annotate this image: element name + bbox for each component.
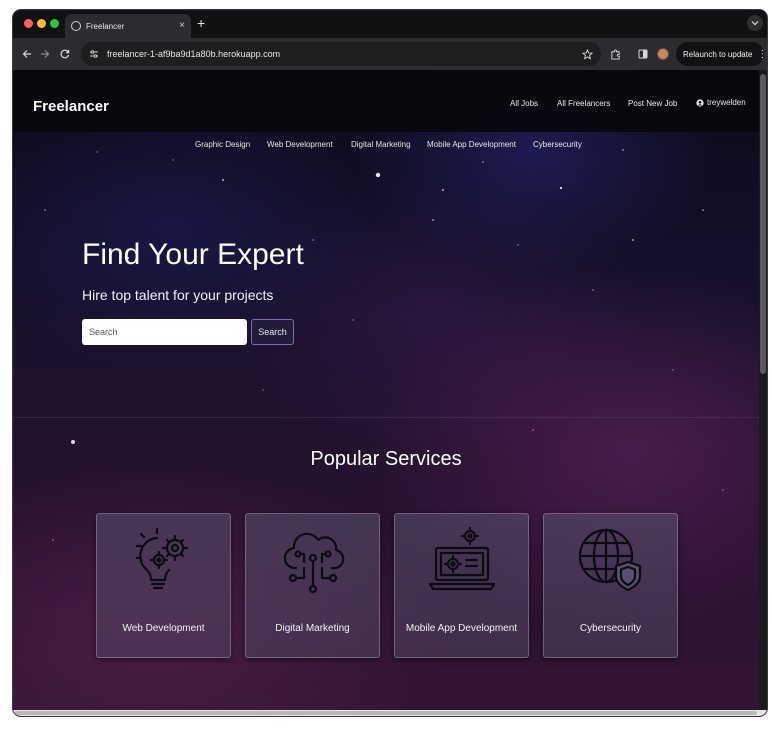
- side-panel-icon: [638, 49, 648, 59]
- profile-button[interactable]: [655, 46, 671, 62]
- search-button[interactable]: Search: [251, 319, 294, 345]
- tab-strip: Freelancer × +: [13, 10, 767, 38]
- bookmark-star-icon[interactable]: [582, 48, 593, 60]
- category-web-development[interactable]: Web Development: [267, 140, 333, 149]
- puzzle-icon: [610, 48, 620, 60]
- service-card-web-development[interactable]: Web Development: [96, 513, 231, 658]
- arrow-right-icon: [41, 50, 50, 58]
- relaunch-label: Relaunch to update: [683, 49, 753, 59]
- laptop-gear-icon: [428, 526, 496, 591]
- side-panel-button[interactable]: [635, 46, 651, 62]
- close-window-button[interactable]: [24, 19, 33, 28]
- service-card-digital-marketing[interactable]: Digital Marketing: [245, 513, 380, 658]
- category-digital-marketing[interactable]: Digital Marketing: [351, 140, 411, 149]
- section-divider: [13, 417, 759, 418]
- maximize-window-button[interactable]: [50, 19, 59, 28]
- reload-icon: [60, 49, 70, 59]
- close-tab-icon[interactable]: ×: [179, 21, 185, 31]
- user-circle-icon: [696, 98, 704, 107]
- horizontal-scrollbar-thumb[interactable]: [15, 711, 757, 715]
- nav-post-new-job[interactable]: Post New Job: [628, 99, 677, 108]
- popular-services-title: Popular Services: [310, 448, 462, 470]
- page-viewport: Freelancer All Jobs All Freelancers Post…: [13, 70, 759, 710]
- user-menu[interactable]: treywelden: [696, 98, 746, 107]
- forward-button[interactable]: [37, 46, 53, 62]
- lightbulb-gear-icon: [135, 527, 189, 590]
- hero-subtitle: Hire top talent for your projects: [82, 287, 274, 303]
- service-card-mobile-app-development[interactable]: Mobile App Development: [394, 513, 529, 658]
- service-card-cybersecurity[interactable]: Cybersecurity: [543, 513, 678, 658]
- minimize-window-button[interactable]: [37, 19, 46, 28]
- hero-title: Find Your Expert: [82, 238, 304, 271]
- category-mobile-app-development[interactable]: Mobile App Development: [427, 140, 516, 149]
- service-card-label: Web Development: [122, 623, 205, 634]
- extensions-button[interactable]: [607, 46, 623, 62]
- browser-tab[interactable]: Freelancer ×: [65, 14, 191, 38]
- tab-search-button[interactable]: [747, 15, 763, 31]
- category-graphic-design[interactable]: Graphic Design: [195, 140, 250, 149]
- browser-toolbar: freelancer-1-af9ba9d1a80b.herokuapp.com …: [13, 38, 767, 70]
- brand-logo[interactable]: Freelancer: [33, 98, 109, 115]
- search-input[interactable]: [82, 319, 247, 345]
- category-cybersecurity[interactable]: Cybersecurity: [533, 140, 582, 149]
- url-text[interactable]: freelancer-1-af9ba9d1a80b.herokuapp.com: [107, 49, 574, 59]
- username: treywelden: [707, 98, 746, 107]
- arrow-left-icon: [22, 50, 31, 58]
- globe-shield-icon: [578, 528, 642, 592]
- nav-all-freelancers[interactable]: All Freelancers: [557, 99, 610, 108]
- new-tab-button[interactable]: +: [197, 15, 205, 31]
- site-header: Freelancer All Jobs All Freelancers Post…: [13, 70, 759, 132]
- globe-icon: [71, 21, 81, 31]
- address-bar[interactable]: freelancer-1-af9ba9d1a80b.herokuapp.com: [81, 42, 601, 66]
- service-card-label: Cybersecurity: [579, 623, 642, 634]
- tab-title: Freelancer: [86, 21, 125, 31]
- browser-window: Freelancer × + freelancer-1-af9ba9d1a80b…: [13, 10, 767, 716]
- cloud-circuit-icon: [283, 532, 345, 594]
- vertical-scrollbar-thumb[interactable]: [760, 74, 766, 374]
- nav-all-jobs[interactable]: All Jobs: [510, 99, 538, 108]
- chevron-down-icon: [751, 21, 759, 26]
- service-card-label: Mobile App Development: [405, 623, 518, 634]
- relaunch-to-update-button[interactable]: Relaunch to update ⋮: [676, 42, 767, 66]
- site-settings-icon: [90, 50, 98, 58]
- service-card-label: Digital Marketing: [275, 623, 350, 634]
- reload-button[interactable]: [57, 46, 73, 62]
- back-button[interactable]: [19, 46, 35, 62]
- more-menu-icon[interactable]: ⋮: [757, 49, 767, 60]
- avatar: [657, 48, 669, 60]
